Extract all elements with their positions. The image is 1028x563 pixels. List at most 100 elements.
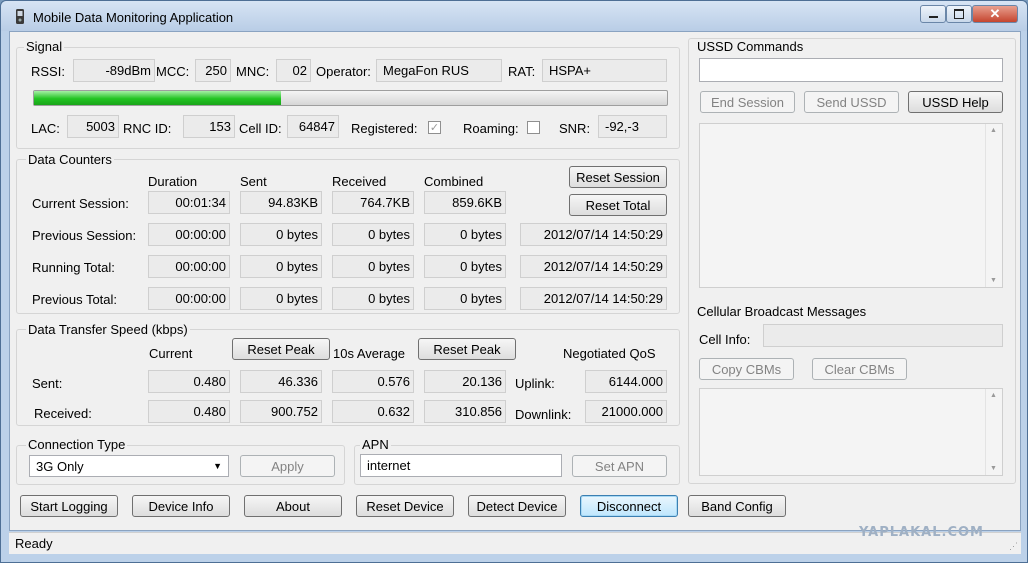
set-apn-button[interactable]: Set APN [572,455,667,477]
apn-input[interactable]: internet [360,454,562,477]
ussd-group-title: USSD Commands [695,39,806,54]
sent-average: 0.576 [332,370,414,393]
cbm-scrollbar[interactable]: ▲ ▼ [985,389,1002,475]
duration-header: Duration [148,174,198,189]
reset-session-button[interactable]: Reset Session [569,166,667,188]
uplink-value: 6144.000 [585,370,667,393]
current-session-label: Current Session: [32,196,129,211]
cbm-output[interactable]: ▲ ▼ [699,388,1003,476]
rssi-label: RSSI: [31,64,65,79]
registered-checkbox[interactable]: ✓ [428,121,441,134]
rnc-value: 153 [183,115,235,138]
current-session-combined: 859.6KB [424,191,506,214]
reset-peak-average-button[interactable]: Reset Peak [418,338,516,360]
received-average: 0.632 [332,400,414,423]
rat-value: HSPA+ [542,59,667,82]
minimize-button[interactable] [920,5,946,23]
running-total-duration: 00:00:00 [148,255,230,278]
reset-total-button[interactable]: Reset Total [569,194,667,216]
snr-label: SNR: [559,121,591,136]
minimize-icon [928,16,938,18]
received-average-peak: 310.856 [424,400,506,423]
disconnect-button[interactable]: Disconnect [580,495,678,517]
received-current: 0.480 [148,400,230,423]
data-counters-group-title: Data Counters [26,152,114,167]
cell-info-value [763,324,1003,347]
cell-id-label: Cell ID: [239,121,282,136]
maximize-icon [954,9,964,19]
mcc-value: 250 [195,59,231,82]
title-bar[interactable]: Mobile Data Monitoring Application ✕ [1,1,1027,31]
dropdown-arrow-icon: ▼ [213,461,222,471]
sent-current-peak: 46.336 [240,370,322,393]
maximize-button[interactable] [946,5,972,23]
apn-group-title: APN [360,437,391,452]
cbm-group-title: Cellular Broadcast Messages [695,304,869,319]
previous-total-date: 2012/07/14 14:50:29 [520,287,667,310]
close-button[interactable]: ✕ [972,5,1018,23]
current-header: Current [149,346,193,361]
downlink-label: Downlink: [515,407,572,422]
registered-label: Registered: [351,121,418,136]
device-info-button[interactable]: Device Info [132,495,230,517]
running-total-received: 0 bytes [332,255,414,278]
ussd-help-button[interactable]: USSD Help [908,91,1003,113]
watermark-text: YAPLAKAL.COM [859,525,984,540]
start-logging-button[interactable]: Start Logging [20,495,118,517]
reset-peak-current-button[interactable]: Reset Peak [232,338,330,360]
previous-session-received: 0 bytes [332,223,414,246]
sent-speed-label: Sent: [32,376,63,391]
app-window: Mobile Data Monitoring Application ✕ Sig… [0,0,1028,563]
scroll-up-icon: ▲ [990,392,997,399]
connection-type-group-title: Connection Type [26,437,128,452]
qos-header: Negotiated QoS [563,346,656,361]
send-ussd-button[interactable]: Send USSD [804,91,899,113]
received-current-peak: 900.752 [240,400,322,423]
ussd-scrollbar[interactable]: ▲ ▼ [985,124,1002,287]
previous-total-label: Previous Total: [32,292,118,307]
connection-type-select[interactable]: 3G Only ▼ [29,455,229,477]
roaming-checkbox[interactable] [527,121,540,134]
running-total-date: 2012/07/14 14:50:29 [520,255,667,278]
apply-button[interactable]: Apply [240,455,335,477]
mcc-label: MCC: [156,64,190,79]
previous-total-sent: 0 bytes [240,287,322,310]
clear-cbms-button[interactable]: Clear CBMs [812,358,907,380]
previous-session-date: 2012/07/14 14:50:29 [520,223,667,246]
current-session-received: 764.7KB [332,191,414,214]
scroll-up-icon: ▲ [990,127,997,134]
signal-strength-bar [33,90,668,106]
reset-device-button[interactable]: Reset Device [356,495,454,517]
scroll-down-icon: ▼ [990,465,997,472]
scroll-down-icon: ▼ [990,277,997,284]
received-header: Received [332,174,387,189]
sent-header: Sent [240,174,267,189]
previous-session-sent: 0 bytes [240,223,322,246]
running-total-combined: 0 bytes [424,255,506,278]
check-icon: ✓ [429,122,440,134]
previous-session-label: Previous Session: [32,228,137,243]
copy-cbms-button[interactable]: Copy CBMs [699,358,794,380]
band-config-button[interactable]: Band Config [688,495,786,517]
ussd-output[interactable]: ▲ ▼ [699,123,1003,288]
ussd-input[interactable] [699,58,1003,82]
running-total-label: Running Total: [32,260,115,275]
roaming-label: Roaming: [463,121,519,136]
client-area: Signal RSSI: -89dBm MCC: 250 MNC: 02 Ope… [9,31,1021,531]
downlink-value: 21000.000 [585,400,667,423]
mnc-value: 02 [276,59,311,82]
resize-grip-icon: ⋰ [1009,541,1018,551]
snr-value: -92,-3 [598,115,667,138]
connection-type-selected: 3G Only [36,458,84,474]
app-icon [16,9,24,24]
average-header: 10s Average [333,346,406,361]
window-title: Mobile Data Monitoring Application [33,10,234,25]
operator-label: Operator: [316,64,371,79]
uplink-label: Uplink: [515,376,555,391]
about-button[interactable]: About [244,495,342,517]
rssi-value: -89dBm [73,59,155,82]
status-bar: Ready YAPLAKAL.COM ⋰ [9,525,1021,554]
cell-info-label: Cell Info: [699,332,751,347]
detect-device-button[interactable]: Detect Device [468,495,566,517]
end-session-button[interactable]: End Session [700,91,795,113]
